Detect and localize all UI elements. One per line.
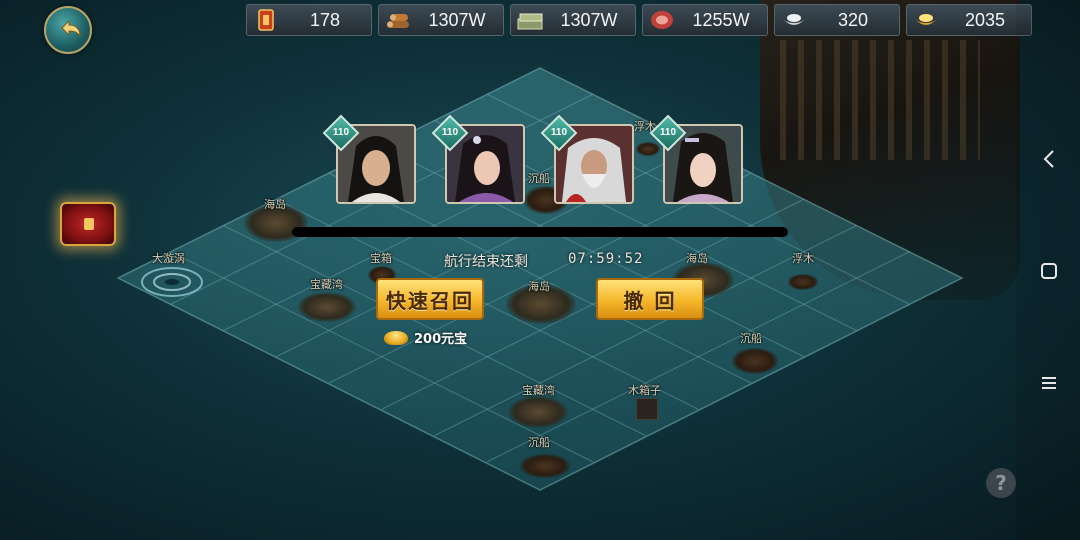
resource-token[interactable]: 178 xyxy=(246,4,372,36)
wood-logs-icon xyxy=(387,14,409,28)
meat-icon xyxy=(651,11,673,29)
hero-portrait[interactable]: 110 xyxy=(431,114,525,204)
silver-ingot-icon xyxy=(783,14,805,25)
map-label-island: 海岛 xyxy=(528,280,550,293)
withdraw-button[interactable]: 撤 回 xyxy=(596,278,704,320)
cash-stack-icon xyxy=(517,13,543,30)
map-label-island: 海岛 xyxy=(264,198,286,211)
map-label-shipwreck: 沉船 xyxy=(528,436,550,449)
resource-meat[interactable]: 1255W xyxy=(642,4,768,36)
wooden-crate-icon xyxy=(636,398,658,420)
token-card-icon xyxy=(258,9,274,31)
resource-wood-value: 1307W xyxy=(428,9,486,30)
hero-portrait[interactable]: 110 xyxy=(540,114,634,204)
gold-ingot-icon xyxy=(384,330,408,345)
system-nav-bar xyxy=(1016,0,1080,540)
voyage-remaining-time: 07:59:52 xyxy=(568,251,644,267)
resource-silver[interactable]: 320 xyxy=(774,4,900,36)
map-label-treasure-bay: 宝藏湾 xyxy=(310,278,343,291)
map-label-driftwood: 浮木 xyxy=(792,252,814,265)
map-label-treasure-bay: 宝藏湾 xyxy=(522,384,555,397)
quick-recall-cost: 200元宝 xyxy=(384,328,467,347)
map-label-whirlpool: 大漩涡 xyxy=(152,252,185,265)
help-button[interactable]: ? xyxy=(986,468,1016,498)
square-icon xyxy=(1041,263,1057,279)
map-label-wooden-crate: 木箱子 xyxy=(628,384,661,397)
gold-ingot-icon xyxy=(915,14,937,25)
treasure-bay-icon xyxy=(298,292,356,322)
hero-portrait[interactable]: 110 xyxy=(649,114,743,204)
treasure-chest-button[interactable] xyxy=(60,202,116,246)
chevron-left-icon xyxy=(1043,150,1054,168)
shipwreck-icon xyxy=(732,348,778,374)
map-label-island: 海岛 xyxy=(686,252,708,265)
nav-back-button[interactable] xyxy=(1034,144,1064,174)
resource-token-value: 178 xyxy=(309,9,341,30)
hero-portrait[interactable]: 110 xyxy=(322,114,416,204)
nav-menu-button[interactable] xyxy=(1034,368,1064,398)
back-button[interactable] xyxy=(44,6,92,54)
resource-wood[interactable]: 1307W xyxy=(378,4,504,36)
quick-recall-cost-value: 200元宝 xyxy=(414,332,468,347)
resource-meat-value: 1255W xyxy=(692,9,750,30)
resource-cash-value: 1307W xyxy=(560,9,618,30)
menu-icon xyxy=(1042,377,1056,389)
return-arrow-icon xyxy=(61,19,81,38)
treasure-bay-icon xyxy=(508,396,568,428)
resource-cash[interactable]: 1307W xyxy=(510,4,636,36)
quick-recall-button[interactable]: 快速召回 xyxy=(376,278,484,320)
map-label-treasure-box: 宝箱 xyxy=(370,252,392,265)
map-label-shipwreck: 沉船 xyxy=(528,172,550,185)
resource-gold[interactable]: 2035 xyxy=(906,4,1032,36)
driftwood-icon xyxy=(788,274,818,290)
voyage-progress-bar xyxy=(292,227,788,237)
nav-home-button[interactable] xyxy=(1034,256,1064,286)
driftwood-icon xyxy=(636,142,660,156)
shipwreck-icon xyxy=(520,454,570,478)
voyage-remaining-label: 航行结束还剩 xyxy=(444,254,528,270)
resource-silver-value: 320 xyxy=(837,9,869,30)
map-label-shipwreck: 沉船 xyxy=(740,332,762,345)
